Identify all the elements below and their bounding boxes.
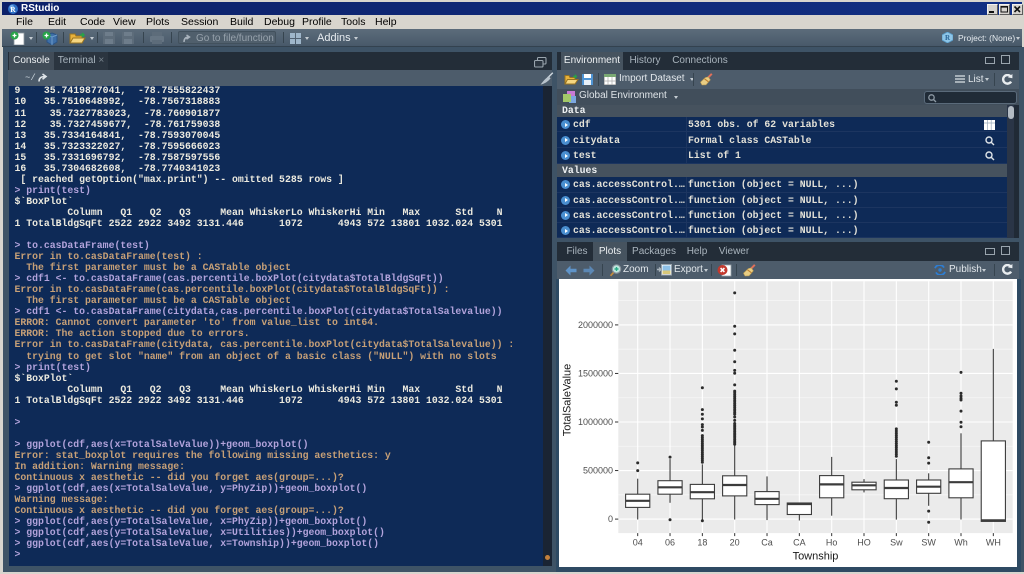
svg-text:04: 04: [632, 538, 642, 548]
svg-text:1500000: 1500000: [577, 368, 612, 378]
svg-text:HO: HO: [857, 538, 871, 548]
svg-text:06: 06: [665, 538, 675, 548]
svg-text:R: R: [10, 5, 16, 14]
svg-text:500000: 500000: [582, 466, 612, 476]
svg-text:SW: SW: [921, 538, 936, 548]
svg-text:WH: WH: [985, 538, 1000, 548]
svg-text:Ho: Ho: [825, 538, 837, 548]
svg-text:TotalSaleValue: TotalSaleValue: [561, 364, 573, 437]
svg-text:Sw: Sw: [890, 538, 903, 548]
svg-text:18: 18: [697, 538, 707, 548]
svg-text:20: 20: [729, 538, 739, 548]
svg-text:0: 0: [607, 514, 612, 524]
svg-text:Wh: Wh: [954, 538, 968, 548]
svg-text:Ca: Ca: [761, 538, 773, 548]
svg-text:Township: Township: [792, 551, 838, 563]
svg-text:CA: CA: [793, 538, 806, 548]
svg-text:2000000: 2000000: [577, 320, 612, 330]
svg-text:1000000: 1000000: [577, 417, 612, 427]
